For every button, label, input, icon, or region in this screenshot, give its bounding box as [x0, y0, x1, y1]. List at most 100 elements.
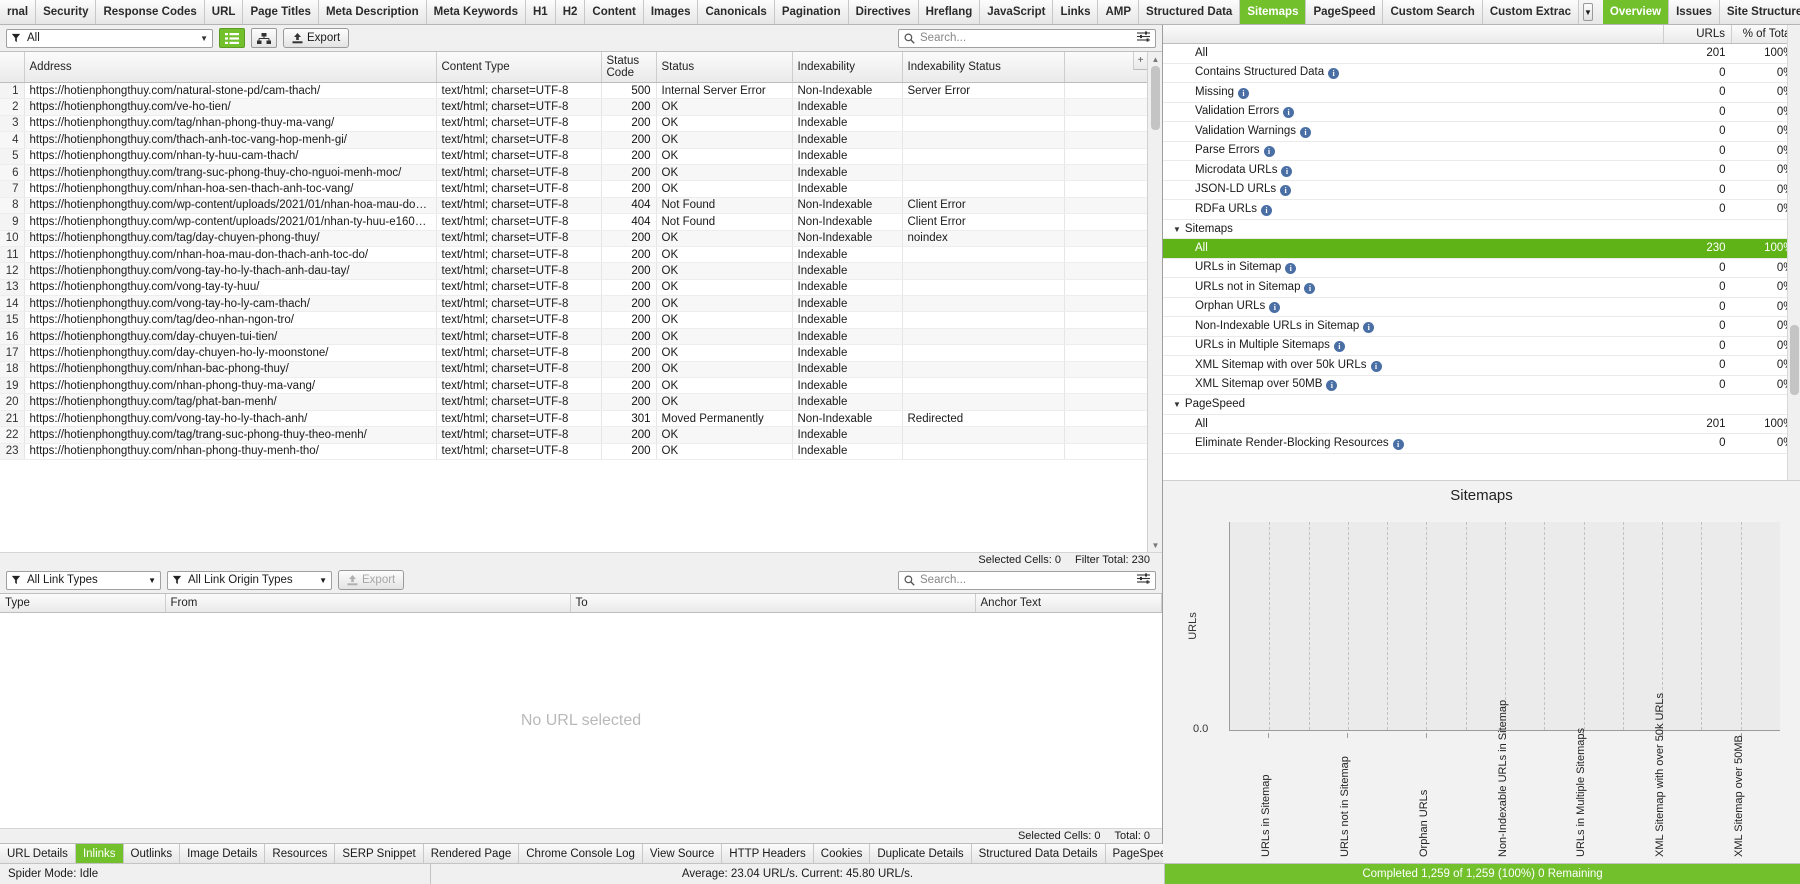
overview-row[interactable]: URLs in Multiple Sitemaps i 0 0% — [1163, 336, 1800, 356]
filter-dropdown[interactable]: All ▼ — [6, 28, 213, 48]
info-icon[interactable]: i — [1328, 68, 1340, 80]
table-row[interactable]: 17 https://hotienphongthuy.com/day-chuyen… — [0, 344, 1162, 362]
tab-h1[interactable]: H1 — [525, 0, 556, 24]
tab-links[interactable]: Links — [1053, 0, 1099, 24]
export-button[interactable]: Export — [283, 28, 350, 48]
tab-custom-search[interactable]: Custom Search — [1383, 0, 1483, 24]
info-icon[interactable]: i — [1363, 321, 1375, 333]
search-input[interactable]: Search... — [898, 28, 1156, 48]
tab-site-structure[interactable]: Site Structure — [1719, 0, 1800, 24]
tab-javascript[interactable]: JavaScript — [980, 0, 1054, 24]
info-icon[interactable]: i — [1304, 282, 1316, 294]
tab-pagespeed[interactable]: PageSpeed — [1306, 0, 1384, 24]
tab-rnal[interactable]: rnal — [0, 0, 37, 24]
detail-tab-http-headers[interactable]: HTTP Headers — [722, 844, 814, 863]
info-icon[interactable]: i — [1280, 185, 1292, 197]
detail-tab-image-details[interactable]: Image Details — [180, 844, 266, 863]
detail-tab-duplicate-details[interactable]: Duplicate Details — [870, 844, 972, 863]
tab-hreflang[interactable]: Hreflang — [918, 0, 981, 24]
table-row[interactable]: 21 https://hotienphongthuy.com/vong-tay-h… — [0, 410, 1162, 428]
overview-column-urls[interactable]: URLs — [1663, 25, 1732, 44]
info-icon[interactable]: i — [1260, 204, 1272, 216]
overview-group-row[interactable]: ▼ PageSpeed — [1163, 394, 1800, 415]
overview-row[interactable]: Validation Warnings i 0 0% — [1163, 121, 1800, 142]
link-origin-dropdown[interactable]: All Link Origin Types ▼ — [167, 570, 332, 590]
column-header-index[interactable] — [0, 52, 25, 83]
table-row[interactable]: 7 https://hotienphongthuy.com/nhan-hoa-se… — [0, 180, 1162, 198]
column-header-to[interactable]: To — [570, 594, 976, 613]
detail-tab-rendered-page[interactable]: Rendered Page — [423, 844, 520, 863]
scrollbar-thumb[interactable] — [1790, 325, 1799, 395]
info-icon[interactable]: i — [1326, 380, 1338, 392]
table-row[interactable]: 13 https://hotienphongthuy.com/vong-tay-t… — [0, 279, 1162, 297]
table-row[interactable]: 16 https://hotienphongthuy.com/day-chuyen… — [0, 328, 1162, 346]
overview-row[interactable]: Missing i 0 0% — [1163, 82, 1800, 103]
table-row[interactable]: 18 https://hotienphongthuy.com/nhan-bac-p… — [0, 361, 1162, 379]
info-icon[interactable]: i — [1263, 146, 1275, 158]
table-row[interactable]: 14 https://hotienphongthuy.com/vong-tay-h… — [0, 295, 1162, 313]
overview-row[interactable]: Eliminate Render-Blocking Resources i 0 0% — [1163, 433, 1800, 454]
overview-group-row[interactable]: ▼ Sitemaps — [1163, 219, 1800, 239]
tab-security[interactable]: Security — [36, 0, 97, 24]
tab-sitemaps[interactable]: Sitemaps — [1240, 0, 1307, 24]
column-header-content-type[interactable]: Content Type — [436, 52, 602, 83]
table-row[interactable]: 15 https://hotienphongthuy.com/tag/deo-nh… — [0, 311, 1162, 329]
chevron-down-icon[interactable]: ▼ — [1173, 225, 1181, 234]
overview-row[interactable]: Non-Indexable URLs in Sitemap i 0 0% — [1163, 316, 1800, 337]
table-row[interactable]: 9 https://hotienphongthuy.com/wp-content/… — [0, 213, 1162, 231]
tab-custom-extrac[interactable]: Custom Extrac — [1482, 0, 1579, 24]
tab-structured-data[interactable]: Structured Data — [1139, 0, 1241, 24]
scroll-down-icon[interactable]: ▼ — [1148, 538, 1163, 552]
tab-meta-keywords[interactable]: Meta Keywords — [426, 0, 526, 24]
table-row[interactable]: 23 https://hotienphongthuy.com/nhan-phong… — [0, 443, 1162, 460]
overview-row[interactable]: Parse Errors i 0 0% — [1163, 141, 1800, 161]
overview-row[interactable]: All 230 100% — [1163, 238, 1800, 259]
info-icon[interactable]: i — [1370, 360, 1382, 372]
tab-page-titles[interactable]: Page Titles — [243, 0, 319, 24]
info-icon[interactable]: i — [1300, 126, 1311, 138]
table-row[interactable]: 10 https://hotienphongthuy.com/tag/day-ch… — [0, 230, 1162, 247]
overview-row[interactable]: Orphan URLs i 0 0% — [1163, 297, 1800, 317]
info-icon[interactable]: i — [1392, 438, 1404, 450]
lower-search-input[interactable]: Search... — [898, 570, 1156, 590]
detail-tab-view-source[interactable]: View Source — [642, 844, 723, 863]
table-row[interactable]: 3 https://hotienphongthuy.com/tag/nhan-ph… — [0, 115, 1162, 133]
tab-content[interactable]: Content — [585, 0, 644, 24]
tab-h2[interactable]: H2 — [555, 0, 586, 24]
overview-row[interactable]: All 201 100% — [1163, 414, 1800, 434]
detail-tab-chrome-console-log[interactable]: Chrome Console Log — [519, 844, 643, 863]
search-options-icon[interactable] — [1137, 573, 1150, 587]
column-header-status[interactable]: Status — [656, 52, 793, 83]
column-header-type[interactable]: Type — [0, 594, 166, 613]
table-row[interactable]: 8 https://hotienphongthuy.com/wp-content/… — [0, 197, 1162, 215]
overview-row[interactable]: Validation Errors i 0 0% — [1163, 102, 1800, 122]
link-types-dropdown[interactable]: All Link Types ▼ — [6, 570, 161, 590]
url-table-scrollbar[interactable]: ▲ ▼ — [1147, 52, 1162, 552]
detail-tab-resources[interactable]: Resources — [265, 844, 336, 863]
info-icon[interactable]: i — [1269, 302, 1281, 314]
chevron-down-icon[interactable]: ▼ — [1173, 400, 1181, 409]
info-icon[interactable]: i — [1285, 263, 1297, 275]
table-row[interactable]: 19 https://hotienphongthuy.com/nhan-phong… — [0, 377, 1162, 395]
table-row[interactable]: 5 https://hotienphongthuy.com/nhan-ty-huu… — [0, 148, 1162, 165]
detail-tab-serp-snippet[interactable]: SERP Snippet — [335, 844, 424, 863]
tab-meta-description[interactable]: Meta Description — [318, 0, 427, 24]
tab-url[interactable]: URL — [204, 0, 244, 24]
table-row[interactable]: 4 https://hotienphongthuy.com/thach-anh-t… — [0, 131, 1162, 149]
tab-images[interactable]: Images — [643, 0, 699, 24]
search-options-icon[interactable] — [1137, 31, 1150, 45]
overview-row[interactable]: JSON-LD URLs i 0 0% — [1163, 180, 1800, 200]
tab-pagination[interactable]: Pagination — [774, 0, 849, 24]
tab-directives[interactable]: Directives — [848, 0, 919, 24]
info-icon[interactable]: i — [1333, 341, 1345, 353]
column-header-from[interactable]: From — [165, 594, 571, 613]
column-header-address[interactable]: Address — [24, 52, 437, 83]
overview-column-name[interactable] — [1163, 25, 1664, 44]
info-icon[interactable]: i — [1283, 107, 1295, 119]
info-icon[interactable]: i — [1281, 165, 1293, 177]
detail-tab-inlinks[interactable]: Inlinks — [75, 844, 124, 863]
lower-export-button[interactable]: Export — [338, 570, 405, 590]
overview-row[interactable]: RDFa URLs i 0 0% — [1163, 199, 1800, 220]
scroll-up-icon[interactable]: ▲ — [1148, 52, 1163, 66]
overview-scrollbar[interactable] — [1787, 25, 1800, 480]
